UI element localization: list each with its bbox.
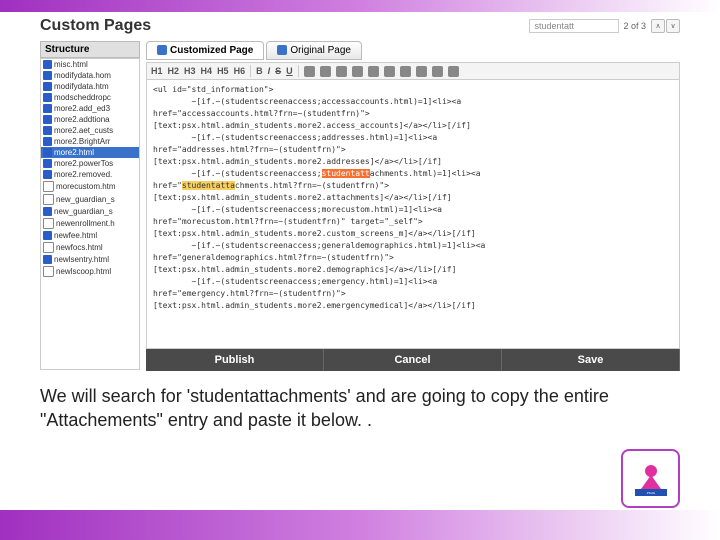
redo-icon[interactable] — [400, 66, 411, 77]
search-hit-active: studentatt — [322, 169, 370, 178]
heading-h5[interactable]: H5 — [217, 66, 229, 76]
code-icon[interactable] — [352, 66, 363, 77]
tree-item[interactable]: new_guardian_s — [41, 193, 139, 206]
tree-item[interactable]: misc.html — [41, 59, 139, 70]
table-icon[interactable] — [368, 66, 379, 77]
file-icon — [43, 181, 54, 192]
action-bar: Publish Cancel Save — [146, 349, 680, 371]
code-editor[interactable]: <ul id="std_information"> ~[if.~(student… — [146, 80, 680, 349]
page-title: Custom Pages — [40, 17, 151, 35]
file-icon — [43, 115, 52, 124]
tree-item[interactable]: more2.removed. — [41, 169, 139, 180]
search-input[interactable]: studentatt — [529, 19, 619, 33]
tree-item[interactable]: more2.add_ed3 — [41, 103, 139, 114]
file-icon — [43, 218, 54, 229]
file-icon — [43, 104, 52, 113]
format-b[interactable]: B — [256, 66, 263, 76]
editor-toolbar: H1 H2 H3 H4 H5 H6 BISU — [146, 62, 680, 80]
sidebar-heading: Structure — [40, 41, 140, 58]
svg-text:PSUG: PSUG — [646, 491, 655, 495]
heading-h6[interactable]: H6 — [234, 66, 246, 76]
save-icon[interactable] — [432, 66, 443, 77]
tree-item[interactable]: more2.powerTos — [41, 158, 139, 169]
tab-original[interactable]: Original Page — [266, 41, 362, 60]
tree-item[interactable]: newenrollment.h — [41, 217, 139, 230]
tree-item[interactable]: newfocs.html — [41, 241, 139, 254]
file-icon — [43, 207, 52, 216]
cancel-button[interactable]: Cancel — [324, 349, 502, 371]
heading-h1[interactable]: H1 — [151, 66, 163, 76]
tree-item[interactable]: morecustom.htm — [41, 180, 139, 193]
undo-icon[interactable] — [384, 66, 395, 77]
format-u[interactable]: U — [286, 66, 293, 76]
file-icon — [43, 148, 52, 157]
gradient-bottom — [0, 510, 720, 540]
file-icon — [43, 266, 54, 277]
search-hit: studentatta — [182, 181, 235, 190]
search-next-button[interactable]: ∨ — [666, 19, 680, 33]
file-icon — [43, 137, 52, 146]
file-icon — [43, 60, 52, 69]
tree-item[interactable]: more2.html — [41, 147, 139, 158]
header-row: Custom Pages studentatt 2 of 3 ∧ ∨ — [40, 17, 680, 35]
format-i[interactable]: I — [268, 66, 271, 76]
file-icon — [43, 82, 52, 91]
file-icon — [43, 255, 52, 264]
sidebar: Structure misc.htmlmodifydata.hommodifyd… — [40, 41, 140, 371]
heading-h3[interactable]: H3 — [184, 66, 196, 76]
file-icon — [43, 170, 52, 179]
search-count: 2 of 3 — [623, 21, 646, 31]
save-button[interactable]: Save — [502, 349, 680, 371]
link-icon[interactable] — [320, 66, 331, 77]
tree-item[interactable]: more2.BrightArr — [41, 136, 139, 147]
file-icon — [43, 159, 52, 168]
list-icon[interactable] — [304, 66, 315, 77]
file-tree[interactable]: misc.htmlmodifydata.hommodifydata.htmmod… — [40, 58, 140, 370]
page-icon — [157, 45, 167, 55]
conference-badge: PSUG — [621, 449, 680, 508]
heading-h4[interactable]: H4 — [201, 66, 213, 76]
file-icon — [43, 231, 52, 240]
help-icon[interactable] — [416, 66, 427, 77]
file-icon — [43, 194, 54, 205]
tree-item[interactable]: more2.aet_custs — [41, 125, 139, 136]
tree-item[interactable]: modscheddropc — [41, 92, 139, 103]
tree-item[interactable]: newlscoop.html — [41, 265, 139, 278]
image-icon[interactable] — [336, 66, 347, 77]
publish-button[interactable]: Publish — [146, 349, 324, 371]
toggle-icon[interactable] — [448, 66, 459, 77]
tree-item[interactable]: newfee.html — [41, 230, 139, 241]
file-icon — [43, 126, 52, 135]
search-prev-button[interactable]: ∧ — [651, 19, 665, 33]
tab-customized[interactable]: Customized Page — [146, 41, 264, 60]
editor-panel: Customized Page Original Page H1 H2 H3 H4 H5… — [146, 41, 680, 371]
heading-h2[interactable]: H2 — [168, 66, 180, 76]
format-s[interactable]: S — [275, 66, 281, 76]
gradient-top — [0, 0, 720, 12]
file-icon — [43, 71, 52, 80]
slide-caption: We will search for 'studentattachments' … — [0, 376, 720, 432]
file-icon — [43, 242, 54, 253]
tree-item[interactable]: modifydata.htm — [41, 81, 139, 92]
tree-item[interactable]: more2.addtiona — [41, 114, 139, 125]
tree-item[interactable]: new_guardian_s — [41, 206, 139, 217]
tree-item[interactable]: modifydata.hom — [41, 70, 139, 81]
tab-bar: Customized Page Original Page — [146, 41, 680, 60]
file-icon — [43, 93, 52, 102]
tree-item[interactable]: newlsentry.html — [41, 254, 139, 265]
page-icon — [277, 45, 287, 55]
